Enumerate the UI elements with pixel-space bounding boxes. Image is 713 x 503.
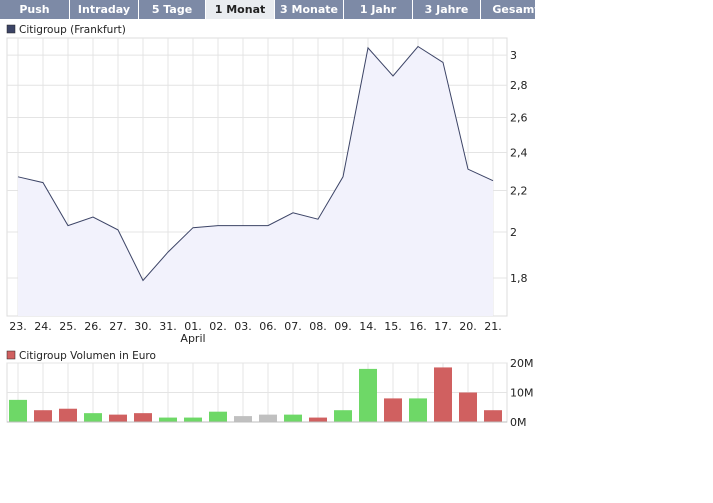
volume-bar <box>9 399 27 422</box>
x-tick-label: 08. <box>309 320 327 333</box>
volume-bar <box>334 410 352 422</box>
x-tick-label: 24. <box>34 320 52 333</box>
volume-bar <box>59 408 77 422</box>
volume-bar <box>309 417 327 422</box>
volume-panel: 0M 10M 20M Citigroup Volumen in Euro <box>6 350 534 429</box>
price-y-tick-label: 2,6 <box>510 112 528 125</box>
volume-bar <box>234 416 252 422</box>
price-y-tick-label: 3 <box>510 49 517 62</box>
x-tick-label: 15. <box>384 320 402 333</box>
price-legend-label: Citigroup (Frankfurt) <box>19 24 126 36</box>
x-tick-label: 07. <box>284 320 302 333</box>
price-y-tick-label: 2,8 <box>510 79 528 92</box>
x-tick-label: 02. <box>209 320 227 333</box>
volume-bar <box>459 392 477 422</box>
x-tick-label: 03. <box>234 320 252 333</box>
volume-bar <box>384 398 402 422</box>
price-y-tick-label: 1,8 <box>510 272 528 285</box>
volume-bar <box>159 417 177 422</box>
volume-bar <box>484 410 502 422</box>
price-legend-swatch <box>6 24 16 34</box>
volume-y-tick-label: 0M <box>510 416 527 429</box>
volume-bar <box>284 414 302 422</box>
volume-bar <box>109 414 127 422</box>
x-tick-label: 26. <box>84 320 102 333</box>
x-tick-label: 27. <box>109 320 127 333</box>
stock-chart: 1,8 2 2,2 2,4 2,6 2,8 3 Citigroup (Frankfurt) 23… <box>6 24 534 429</box>
x-tick-label: 31. <box>159 320 177 333</box>
price-panel: 1,8 2 2,2 2,4 2,6 2,8 3 Citigroup (Frankfurt) 23… <box>6 24 528 345</box>
volume-bar <box>259 414 277 422</box>
volume-y-tick-label: 20M <box>510 357 534 370</box>
price-y-tick-label: 2,4 <box>510 146 528 159</box>
volume-bar <box>34 410 52 422</box>
volume-legend-swatch <box>6 350 16 360</box>
price-y-tick-label: 2,2 <box>510 184 528 197</box>
x-tick-label: 20. <box>459 320 477 333</box>
volume-bar <box>409 398 427 422</box>
price-y-tick-label: 2 <box>510 226 517 239</box>
volume-y-tick-label: 10M <box>510 387 534 400</box>
volume-bar <box>184 417 202 422</box>
volume-bar <box>209 411 227 422</box>
x-tick-label: 21. <box>484 320 502 333</box>
x-tick-label: 25. <box>59 320 77 333</box>
x-tick-label: 30. <box>134 320 152 333</box>
volume-legend-label: Citigroup Volumen in Euro <box>19 350 156 362</box>
volume-bar <box>359 368 377 422</box>
x-tick-label: 23. <box>9 320 27 333</box>
x-tick-label: 09. <box>334 320 352 333</box>
month-label: April <box>180 332 205 345</box>
volume-bar <box>84 413 102 422</box>
x-tick-label: 14. <box>359 320 377 333</box>
x-tick-label: 06. <box>259 320 277 333</box>
x-tick-label: 17. <box>434 320 452 333</box>
volume-bar <box>434 367 452 422</box>
volume-bar <box>134 413 152 422</box>
x-tick-label: 16. <box>409 320 427 333</box>
